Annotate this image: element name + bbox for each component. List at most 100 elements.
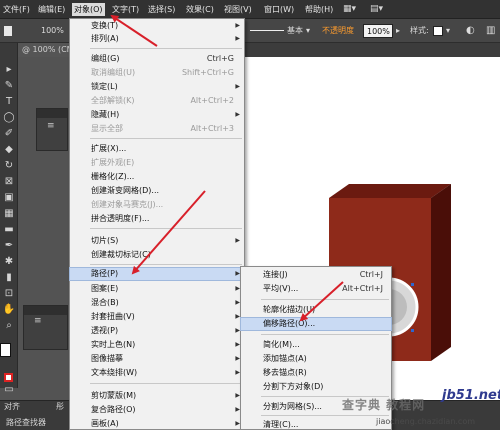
menu-item-show-all[interactable]: 显示全部 Alt+Ctrl+3 bbox=[70, 123, 244, 135]
ellipse-tool-icon[interactable]: ◯ bbox=[2, 111, 16, 124]
artboard-tool-icon[interactable]: ⊡ bbox=[2, 287, 16, 300]
menu-item-label: 显示全部 bbox=[91, 124, 123, 133]
symbol-tool-icon[interactable]: ✱ bbox=[2, 255, 16, 268]
screen-mode-icon[interactable]: ▭ bbox=[2, 383, 16, 396]
menu-item-label: 取消编组(U) bbox=[91, 68, 136, 77]
hand-tool-icon[interactable]: ✋ bbox=[2, 303, 16, 316]
menu-item-label: 混合(B) bbox=[91, 298, 119, 307]
menu-item-label: 拼合透明度(F)... bbox=[91, 214, 150, 223]
menu-item-label: 扩展外观(E) bbox=[91, 158, 135, 167]
menu-item-blend[interactable]: 混合(B) ▶ bbox=[70, 297, 244, 309]
menu-item-clipping-mask[interactable]: 剪切蒙版(M) ▶ bbox=[70, 390, 244, 402]
menu-effect[interactable]: 效果(C) bbox=[184, 3, 216, 16]
menu-separator bbox=[261, 415, 389, 416]
submenu-item-join[interactable]: 连接(J) Ctrl+J bbox=[241, 269, 391, 281]
menu-item-label: 文本绕排(W) bbox=[91, 368, 138, 377]
zoom-tool-icon[interactable]: ⌕ bbox=[2, 319, 16, 332]
menu-item-label: 栅格化(Z)... bbox=[91, 172, 135, 181]
eyedropper-tool-icon[interactable]: ✒ bbox=[2, 239, 16, 252]
menu-type[interactable]: 文字(T) bbox=[110, 3, 141, 16]
shape-builder-tool-icon[interactable]: ▣ bbox=[2, 191, 16, 204]
chevron-down-icon[interactable]: ▾ bbox=[306, 24, 310, 38]
chevron-right-icon[interactable]: ▸ bbox=[396, 24, 400, 38]
submenu-item-clean-up[interactable]: 清理(C)... bbox=[241, 419, 391, 430]
pathfinder-panel-tab[interactable]: 路径查找器 bbox=[6, 417, 46, 428]
recolor-icon[interactable]: ◐ bbox=[466, 24, 475, 38]
lasso-tool-icon[interactable]: ✎ bbox=[2, 79, 16, 92]
submenu-arrow-icon: ▶ bbox=[235, 35, 240, 42]
menu-item-gradient-mesh[interactable]: 创建渐变网格(D)... bbox=[70, 185, 244, 197]
mesh-tool-icon[interactable]: ▦ bbox=[2, 207, 16, 220]
menu-item-expand[interactable]: 扩展(X)... bbox=[70, 143, 244, 155]
align-panel-tab[interactable]: 对齐 bbox=[4, 401, 20, 412]
menu-help[interactable]: 帮助(H) bbox=[303, 3, 335, 16]
submenu-item-add-anchor-points[interactable]: 添加锚点(A) bbox=[241, 353, 391, 365]
menu-item-live-paint[interactable]: 实时上色(N) ▶ bbox=[70, 339, 244, 351]
opacity-label[interactable]: 不透明度 bbox=[322, 24, 354, 38]
menu-item-compound-path[interactable]: 复合路径(O) ▶ bbox=[70, 404, 244, 416]
menu-item-path[interactable]: 路径(P) ▶ bbox=[69, 267, 245, 281]
menu-item-envelope-distort[interactable]: 封套扭曲(V) ▶ bbox=[70, 311, 244, 323]
menu-item-unlock-all[interactable]: 全部解锁(K) Alt+Ctrl+2 bbox=[70, 95, 244, 107]
menu-item-slice[interactable]: 切片(S) ▶ bbox=[70, 235, 244, 247]
menu-separator bbox=[90, 228, 242, 229]
gradient-tool-icon[interactable]: ▬ bbox=[2, 223, 16, 236]
menu-item-object-mosaic[interactable]: 创建对象马赛克(J)... bbox=[70, 199, 244, 211]
menu-item-group[interactable]: 编组(G) Ctrl+G bbox=[70, 53, 244, 65]
menu-item-label: 创建对象马赛克(J)... bbox=[91, 200, 164, 209]
menu-item-transform[interactable]: 变换(T) ▶ bbox=[70, 20, 244, 32]
graphic-style-swatch[interactable] bbox=[433, 26, 443, 36]
menu-separator bbox=[90, 264, 242, 265]
brush-tool-icon[interactable]: ✐ bbox=[2, 127, 16, 140]
arrange-documents-icon[interactable]: ▤▾ bbox=[370, 2, 383, 16]
submenu-item-average[interactable]: 平均(V)... Alt+Ctrl+J bbox=[241, 283, 391, 295]
anchor-point bbox=[411, 329, 414, 332]
graph-tool-icon[interactable]: ▮ bbox=[2, 271, 16, 284]
fill-swatch[interactable] bbox=[0, 343, 11, 357]
menu-item-flatten-transparency[interactable]: 拼合透明度(F)... bbox=[70, 213, 244, 225]
menu-item-image-trace[interactable]: 图像描摹 ▶ bbox=[70, 353, 244, 365]
rotate-tool-icon[interactable]: ↻ bbox=[2, 159, 16, 172]
panel-header[interactable] bbox=[24, 306, 67, 315]
menu-item-rasterize[interactable]: 栅格化(Z)... bbox=[70, 171, 244, 183]
width-tool-icon[interactable]: ⊠ bbox=[2, 175, 16, 188]
menu-item-text-wrap[interactable]: 文本绕排(W) ▶ bbox=[70, 367, 244, 379]
chevron-down-icon[interactable]: ▾ bbox=[446, 24, 450, 38]
menu-window[interactable]: 窗口(W) bbox=[262, 3, 296, 16]
panel-tab-fragment[interactable]: 彤 bbox=[56, 401, 64, 412]
eraser-tool-icon[interactable]: ◆ bbox=[2, 143, 16, 156]
menu-select[interactable]: 选择(S) bbox=[146, 3, 177, 16]
stroke-swatch[interactable] bbox=[4, 373, 13, 382]
menu-item-arrange[interactable]: 排列(A) ▶ bbox=[70, 33, 244, 45]
panel-header[interactable] bbox=[37, 109, 67, 118]
submenu-item-divide-objects-below[interactable]: 分割下方对象(D) bbox=[241, 381, 391, 393]
submenu-item-simplify[interactable]: 简化(M)... bbox=[241, 339, 391, 351]
type-tool-icon[interactable]: T bbox=[2, 95, 16, 108]
menu-item-artboards[interactable]: 画板(A) ▶ bbox=[70, 418, 244, 430]
submenu-item-offset-path[interactable]: 偏移路径(O)... bbox=[240, 317, 392, 331]
panel-menu-icon[interactable]: ≡ bbox=[34, 316, 42, 326]
panel-menu-icon[interactable]: ≡ bbox=[47, 121, 55, 131]
menu-view[interactable]: 视图(V) bbox=[222, 3, 254, 16]
menu-file[interactable]: 文件(F) bbox=[1, 3, 32, 16]
opacity-input[interactable]: 100% bbox=[363, 24, 393, 38]
menu-separator bbox=[90, 138, 242, 139]
menu-object[interactable]: 对象(O) bbox=[72, 3, 105, 16]
submenu-arrow-icon: ▶ bbox=[235, 22, 240, 29]
submenu-item-remove-anchor-points[interactable]: 移去锚点(R) bbox=[241, 367, 391, 379]
menu-item-crop-marks[interactable]: 创建裁切标记(C) bbox=[70, 249, 244, 261]
submenu-item-outline-stroke[interactable]: 轮廓化描边(U) bbox=[241, 304, 391, 316]
menu-item-expand-appearance[interactable]: 扩展外观(E) bbox=[70, 157, 244, 169]
menu-item-lock[interactable]: 锁定(L) ▶ bbox=[70, 81, 244, 93]
fill-color-swatch[interactable] bbox=[4, 26, 12, 36]
menu-edit[interactable]: 编辑(E) bbox=[36, 3, 67, 16]
menu-item-perspective[interactable]: 透视(P) ▶ bbox=[70, 325, 244, 337]
menu-item-hide[interactable]: 隐藏(H) ▶ bbox=[70, 109, 244, 121]
menu-item-pattern[interactable]: 图案(E) ▶ bbox=[70, 283, 244, 295]
menu-item-label: 清理(C)... bbox=[263, 420, 299, 429]
bridge-icon[interactable]: ▦▾ bbox=[343, 2, 356, 16]
selection-tool-icon[interactable]: ▸ bbox=[2, 63, 16, 76]
menu-item-ungroup[interactable]: 取消编组(U) Shift+Ctrl+G bbox=[70, 67, 244, 79]
align-icon[interactable]: ▥ bbox=[486, 24, 495, 38]
menu-item-label: 简化(M)... bbox=[263, 340, 300, 349]
